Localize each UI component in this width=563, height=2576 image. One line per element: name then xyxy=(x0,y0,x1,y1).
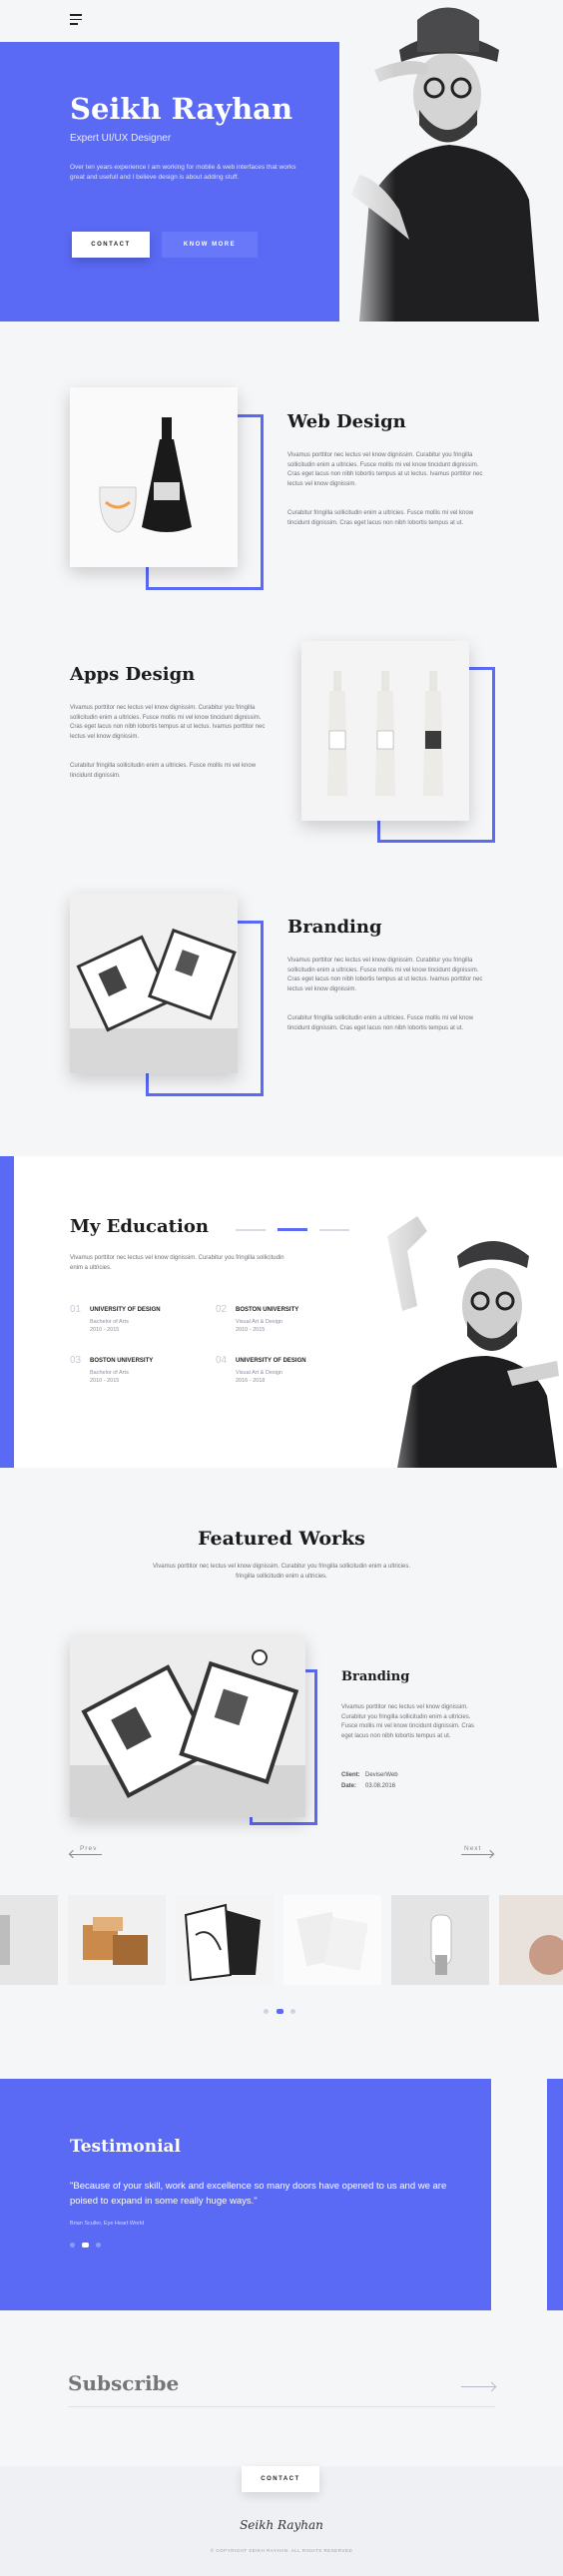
featured-work-title: Branding xyxy=(341,1669,410,1684)
branding-title: Branding xyxy=(287,917,382,938)
menu-button[interactable] xyxy=(70,14,82,25)
education-item-school: BOSTON UNIVERSITY xyxy=(90,1358,154,1364)
pagination-dot[interactable] xyxy=(70,2243,75,2248)
education-item-degree: Bachelor of Arts xyxy=(90,1319,129,1325)
education-item-number: 04 xyxy=(216,1355,228,1366)
works-thumbnail-strip xyxy=(0,1895,563,1987)
footer-signature: Seikh Rayhan xyxy=(240,2518,323,2532)
featured-work-client: Client: DeviserWeb xyxy=(341,1772,398,1778)
testimonial-side-strip xyxy=(547,2079,563,2310)
client-label: Client: xyxy=(341,1772,360,1778)
work-thumbnail[interactable] xyxy=(499,1895,563,1985)
hero-name: Seikh Rayhan xyxy=(70,92,293,126)
contact-button[interactable]: CONTACT xyxy=(72,232,150,258)
web-design-text-2: Curabitur fringilla sollicitudin enim a … xyxy=(287,510,474,526)
web-design-title: Web Design xyxy=(287,411,406,432)
education-item-school: UNIVERSITY OF DESIGN xyxy=(236,1358,306,1364)
testimonial-author: Brian Sculler, Eye Heart World xyxy=(70,2221,145,2227)
pagination-dot[interactable] xyxy=(264,2009,269,2014)
hero-portrait xyxy=(339,0,563,322)
work-thumbnail[interactable] xyxy=(391,1895,489,1985)
education-item-years: 2016 - 2018 xyxy=(236,1378,266,1384)
work-thumbnail[interactable] xyxy=(68,1895,166,1985)
date-value: 03.08.2016 xyxy=(365,1783,396,1789)
pagination-dot-active[interactable] xyxy=(277,2009,283,2014)
featured-work-image[interactable] xyxy=(70,1635,305,1817)
work-thumbnail[interactable] xyxy=(283,1895,381,1985)
branding-image xyxy=(70,894,238,1073)
education-item-degree: Visual Art & Design xyxy=(236,1370,282,1376)
pagination-dot[interactable] xyxy=(290,2009,295,2014)
next-button[interactable]: Next xyxy=(459,1845,495,1861)
education-item-school: BOSTON UNIVERSITY xyxy=(236,1307,299,1313)
prev-label: Prev xyxy=(80,1845,98,1852)
education-title: My Education xyxy=(70,1216,209,1237)
work-thumbnail[interactable] xyxy=(0,1895,58,1985)
education-item-number: 02 xyxy=(216,1304,228,1315)
web-design-text-1: Vivamus porttitor nec lectus vel know di… xyxy=(287,452,483,487)
web-design-image xyxy=(70,387,238,567)
education-item-years: 2010 - 2015 xyxy=(90,1378,120,1384)
client-value: DeviserWeb xyxy=(365,1772,398,1778)
education-slider-indicator[interactable] xyxy=(236,1228,349,1232)
apps-design-text-2: Curabitur fringilla sollicitudin enim a … xyxy=(70,763,257,779)
education-item-number: 01 xyxy=(70,1304,82,1315)
education-item-years: 2010 - 2015 xyxy=(236,1327,266,1333)
next-label: Next xyxy=(464,1845,482,1852)
know-more-button[interactable]: KNOW MORE xyxy=(162,232,258,258)
education-accent-bar xyxy=(0,1156,14,1468)
pagination-dot[interactable] xyxy=(96,2243,101,2248)
branding-text-1: Vivamus porttitor nec lectus vel know di… xyxy=(287,958,483,992)
apps-design-image xyxy=(301,641,469,821)
education-portrait xyxy=(357,1156,563,1468)
hero-role: Expert UI/UX Designer xyxy=(70,133,172,144)
footer-contact-button[interactable]: CONTACT xyxy=(242,2466,319,2492)
testimonial-quote: "Because of your skill, work and excelle… xyxy=(70,2181,447,2207)
education-item-school: UNIVERSITY OF DESIGN xyxy=(90,1307,161,1313)
hamburger-icon xyxy=(70,14,82,25)
work-thumbnail[interactable] xyxy=(176,1895,274,1985)
branding-text-2: Curabitur fringilla sollicitudin enim a … xyxy=(287,1015,474,1031)
subscribe-form xyxy=(68,2368,497,2407)
education-item-years: 2010 - 2015 xyxy=(90,1327,120,1333)
apps-design-text-1: Vivamus porttitor nec lectus vel know di… xyxy=(70,705,266,740)
hero-bio: Over ten years experience I am working f… xyxy=(70,164,296,181)
works-pagination[interactable] xyxy=(264,2009,299,2014)
featured-works-intro: Vivamus porttitor nec lectus vel know di… xyxy=(153,1564,410,1580)
education-intro: Vivamus porttitor nec lectus vel know di… xyxy=(70,1255,284,1271)
subscribe-input[interactable] xyxy=(68,2368,427,2398)
footer-copyright: © COPYRIGHT SEIKH RAYHAN. ALL RIGHTS RES… xyxy=(210,2548,353,2553)
apps-design-title: Apps Design xyxy=(70,664,196,685)
education-item-degree: Bachelor of Arts xyxy=(90,1370,129,1376)
pagination-dot-active[interactable] xyxy=(82,2243,89,2248)
prev-button[interactable]: Prev xyxy=(68,1845,106,1861)
featured-work-date: Date: 03.08.2016 xyxy=(341,1783,395,1789)
featured-works-title: Featured Works xyxy=(198,1528,365,1550)
featured-work-desc: Vivamus porttitor nec lectus vel know di… xyxy=(341,1704,475,1739)
education-item-degree: Visual Art & Design xyxy=(236,1319,282,1325)
education-item-number: 03 xyxy=(70,1355,82,1366)
testimonial-title: Testimonial xyxy=(70,2137,182,2157)
testimonial-pagination[interactable] xyxy=(70,2243,106,2248)
date-label: Date: xyxy=(341,1783,357,1789)
